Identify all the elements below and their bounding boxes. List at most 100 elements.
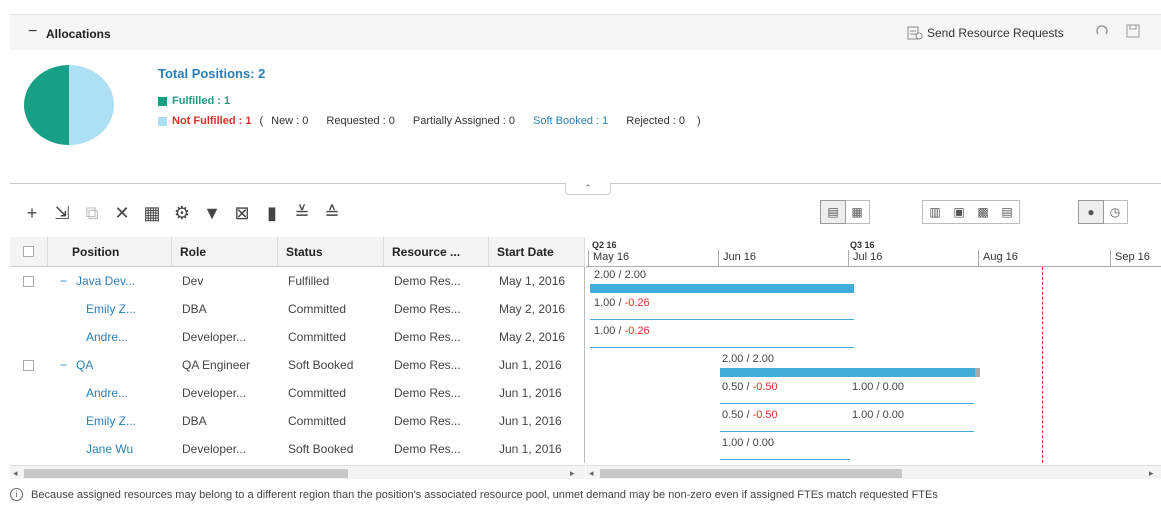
send-resource-requests-label: Send Resource Requests	[927, 26, 1064, 40]
export-icon[interactable]: ⊠	[232, 203, 252, 224]
not-fulfilled-label: Not Fulfilled : 1	[172, 115, 252, 127]
resource-cell: Demo Res...	[394, 330, 461, 344]
scroll-right-icon[interactable]: ▸	[1149, 466, 1154, 480]
fulfillment-pie-chart	[24, 65, 114, 145]
pie-slice-fulfilled	[24, 65, 69, 145]
status-cell: Committed	[288, 302, 347, 316]
role-cell: DBA	[182, 302, 207, 316]
table-row[interactable]: − QA QA Engineer Soft Booked Demo Res... Jun …	[10, 351, 585, 379]
table-row[interactable]: Andre... Developer... Committed Demo Res...…	[10, 379, 585, 407]
column-header-start-date[interactable]: Start Date	[489, 237, 585, 267]
allocation-underline	[590, 319, 854, 320]
today-marker	[1042, 267, 1043, 463]
position-cell[interactable]: Emily Z...	[86, 407, 170, 435]
calendar-week-icon[interactable]: ▤	[995, 201, 1019, 223]
collapse-all-icon[interactable]: ≙	[322, 203, 342, 224]
role-cell: QA Engineer	[182, 358, 251, 372]
status-partially-assigned: Partially Assigned : 0	[412, 115, 516, 127]
total-positions: Total Positions: 2	[158, 66, 265, 81]
left-horizontal-scrollbar[interactable]: ◂ ▸	[10, 465, 585, 479]
start-cell: May 2, 2016	[499, 302, 566, 316]
assign-icon[interactable]: ▦	[142, 203, 162, 224]
gantt-horizontal-scrollbar[interactable]: ◂ ▸	[586, 465, 1161, 479]
table-row[interactable]: Emily Z... DBA Committed Demo Res... Jun 1, …	[10, 407, 585, 435]
position-cell[interactable]: Emily Z...	[86, 295, 170, 323]
select-all-checkbox[interactable]	[23, 246, 34, 257]
column-header-status[interactable]: Status	[278, 237, 384, 267]
legend-not-fulfilled: Not Fulfilled : 1 ( New : 0 Requested : …	[158, 115, 701, 127]
allocation-value: 1.00 / -0.26	[594, 325, 650, 337]
fulfilled-label: Fulfilled : 1	[172, 95, 231, 107]
month-label: May 16	[588, 250, 718, 266]
calendar-month-icon[interactable]: ▩	[971, 201, 995, 223]
allocation-assigned: 2.00 / 2.00	[722, 353, 774, 365]
status-soft-booked[interactable]: Soft Booked : 1	[533, 115, 608, 127]
scrollbar-thumb[interactable]	[600, 469, 902, 478]
collapse-row-icon[interactable]: −	[60, 267, 72, 295]
paren-open: (	[259, 115, 264, 127]
scroll-left-icon[interactable]: ◂	[13, 466, 18, 480]
grid-view-icon[interactable]: ▦	[845, 201, 869, 223]
start-cell: Jun 1, 2016	[499, 386, 562, 400]
allocation-value: 1.00 / -0.26	[594, 297, 650, 309]
calendar-year-icon[interactable]: ▥	[923, 201, 947, 223]
collapse-icon[interactable]: −	[28, 23, 37, 41]
refresh-icon[interactable]	[1095, 24, 1109, 41]
column-header-resource[interactable]: Resource ...	[384, 237, 489, 267]
table-view-icon[interactable]: ▤	[820, 200, 846, 224]
info-footer: i Because assigned resources may belong …	[10, 488, 938, 501]
status-cell: Committed	[288, 330, 347, 344]
scrollbar-thumb[interactable]	[24, 469, 348, 478]
allocation-assigned: 0.50 /	[722, 409, 753, 421]
calendar-quarter-icon[interactable]: ▣	[947, 201, 971, 223]
allocation-bar[interactable]	[590, 284, 854, 293]
save-icon[interactable]	[1126, 24, 1140, 41]
bar-overflow	[975, 368, 980, 377]
allocation-underline	[720, 403, 974, 404]
timescale-toggle-group: ▥ ▣ ▩ ▤	[922, 200, 1020, 224]
status-cell: Committed	[288, 414, 347, 428]
settings-icon[interactable]: ⚙	[172, 203, 192, 224]
position-cell[interactable]: Andre...	[86, 323, 170, 351]
view-toggle-group: ▤ ▦	[820, 200, 870, 224]
role-cell: Dev	[182, 274, 204, 288]
filter-icon[interactable]: ▼	[202, 203, 222, 224]
start-cell: May 1, 2016	[499, 274, 566, 288]
allocation-value: 2.00 / 2.00	[722, 353, 774, 365]
total-positions-value: 2	[258, 66, 266, 81]
status-cell: Committed	[288, 386, 347, 400]
row-checkbox[interactable]	[23, 360, 34, 371]
add-icon[interactable]: +	[22, 203, 42, 224]
allocation-value: 1.00 / 0.00	[722, 437, 774, 449]
collapse-row-icon[interactable]: −	[60, 351, 72, 379]
scroll-left-icon[interactable]: ◂	[589, 466, 594, 480]
status-new: New : 0	[271, 115, 309, 127]
collapse-summary-grip[interactable]: ⌃	[565, 183, 611, 195]
table-row[interactable]: Emily Z... DBA Committed Demo Res... May 2, …	[10, 295, 585, 323]
expand-all-icon[interactable]: ≚	[292, 203, 312, 224]
month-label: Jul 16	[848, 250, 978, 266]
scroll-right-icon[interactable]: ▸	[570, 466, 575, 480]
start-cell: Jun 1, 2016	[499, 414, 562, 428]
copy-icon[interactable]: ⧉	[82, 203, 102, 224]
clock-icon[interactable]: ◷	[1103, 201, 1127, 223]
paren-close: )	[696, 115, 701, 127]
column-header-role[interactable]: Role	[172, 237, 278, 267]
position-cell[interactable]: Java Dev...	[76, 267, 168, 295]
row-checkbox[interactable]	[23, 276, 34, 287]
table-row[interactable]: Andre... Developer... Committed Demo Res...…	[10, 323, 585, 351]
position-cell[interactable]: Andre...	[86, 379, 170, 407]
position-cell[interactable]: QA	[76, 351, 168, 379]
column-header-position[interactable]: Position	[48, 237, 172, 267]
import-icon[interactable]: ⇲	[52, 203, 72, 224]
table-row[interactable]: − Java Dev... Dev Fulfilled Demo Res... May 1…	[10, 267, 585, 295]
table-row[interactable]: Jane Wu Developer... Soft Booked Demo Res..…	[10, 435, 585, 463]
chart-icon[interactable]: ▮	[262, 203, 282, 224]
position-cell[interactable]: Jane Wu	[86, 435, 170, 463]
quarter-label: Q3 16	[850, 240, 875, 250]
allocation-bar[interactable]	[720, 368, 980, 377]
person-icon[interactable]: ●	[1078, 200, 1104, 224]
allocation-value: 1.00 / 0.00	[852, 381, 904, 393]
delete-icon[interactable]: ✕	[112, 203, 132, 224]
send-resource-requests-button[interactable]: Send Resource Requests	[907, 26, 1064, 40]
